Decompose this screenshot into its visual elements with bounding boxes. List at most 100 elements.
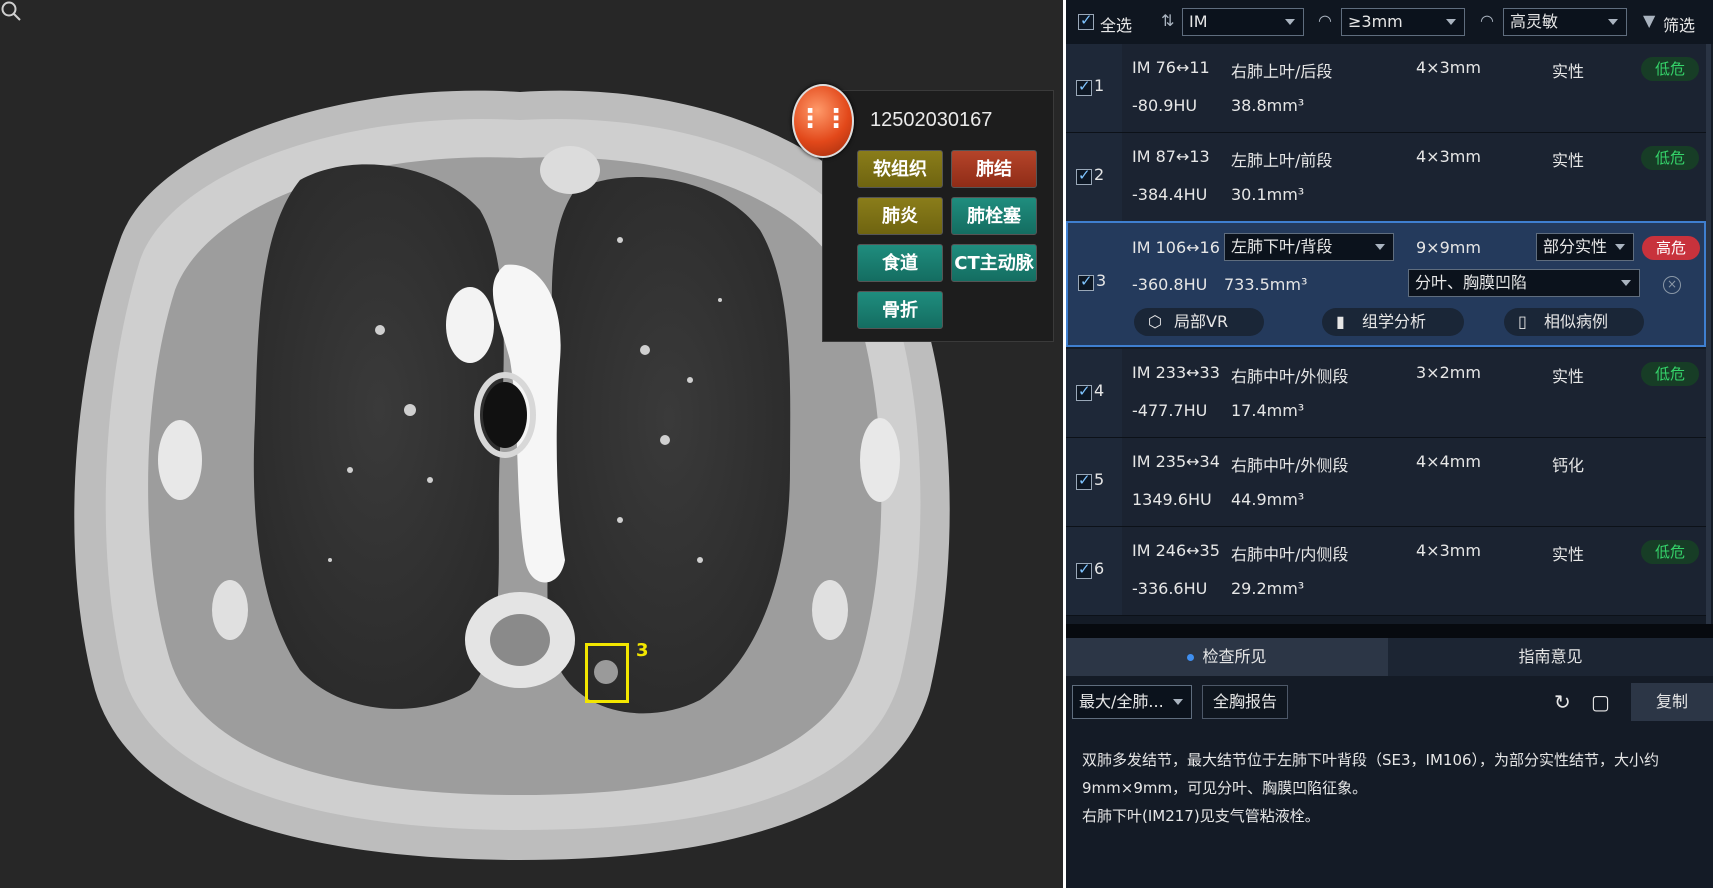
row-type: 实性 bbox=[1552, 62, 1585, 81]
copy-button[interactable]: 复制 bbox=[1631, 683, 1713, 721]
tag-lung-nodule[interactable]: 肺结节:12 bbox=[951, 150, 1037, 218]
row-type: 实性 bbox=[1552, 151, 1585, 170]
nodule-row[interactable]: 1 IM 76↔11 右肺上叶/后段 4×3mm 实性 低危 -80.9HU 3… bbox=[1066, 44, 1706, 133]
cube-icon: ⬡ bbox=[1148, 312, 1162, 331]
list-scrollbar[interactable] bbox=[1706, 44, 1711, 624]
tab-findings[interactable]: 检查所见 bbox=[1066, 638, 1388, 676]
row-im: IM 235↔34 bbox=[1132, 452, 1220, 471]
row-checkbox[interactable] bbox=[1076, 77, 1092, 96]
row-number: 1 bbox=[1094, 76, 1105, 95]
location-select[interactable]: 左肺下叶/背段 bbox=[1224, 233, 1394, 261]
row-number: 3 bbox=[1096, 271, 1107, 290]
row-hu: -360.8HU bbox=[1132, 275, 1208, 294]
tag-esophagus[interactable]: 食道 bbox=[857, 244, 943, 282]
row-size: 9×9mm bbox=[1416, 238, 1481, 257]
nodule-side-panel: 全选 ⇅ IM ◠ ≥3mm ◠ 高灵敏 ▼ 筛选 1 IM 76↔11 右肺上… bbox=[1066, 0, 1713, 888]
row-checkbox[interactable] bbox=[1076, 471, 1092, 490]
select-all-checkbox[interactable] bbox=[1078, 11, 1094, 30]
row-size: 4×3mm bbox=[1416, 541, 1481, 560]
tag-pulmonary-embolism[interactable]: 肺栓塞 bbox=[951, 197, 1037, 235]
risk-badge-high[interactable]: 高危 bbox=[1642, 236, 1700, 260]
row-type: 实性 bbox=[1552, 545, 1585, 564]
type-select[interactable]: 部分实性 bbox=[1536, 233, 1634, 261]
row-volume: 30.1mm³ bbox=[1231, 185, 1305, 204]
row-number: 4 bbox=[1094, 381, 1105, 400]
ai-logo-icon[interactable]: ⋮⋮ bbox=[792, 84, 854, 158]
sort-select[interactable]: IM bbox=[1182, 8, 1304, 36]
features-select-value: 分叶、胸膜凹陷 bbox=[1415, 273, 1528, 292]
row-size: 4×3mm bbox=[1416, 58, 1481, 77]
row-size: 4×4mm bbox=[1416, 452, 1481, 471]
row-checkbox[interactable] bbox=[1076, 382, 1092, 401]
filter-label[interactable]: 筛选 bbox=[1663, 12, 1695, 36]
filter-bar: 全选 ⇅ IM ◠ ≥3mm ◠ 高灵敏 ▼ 筛选 bbox=[1066, 0, 1713, 44]
nodule-row-selected[interactable]: 3 IM 106↔16 左肺下叶/背段 9×9mm 部分实性 高危 -360.8… bbox=[1066, 221, 1706, 347]
similar-cases-label: 相似病例 bbox=[1544, 312, 1609, 331]
tag-soft-tissue[interactable]: 软组织 bbox=[857, 150, 943, 188]
nodule-row[interactable]: 6 IM 246↔35 右肺中叶/内侧段 4×3mm 实性 低危 -336.6H… bbox=[1066, 527, 1706, 616]
row-volume: 733.5mm³ bbox=[1224, 275, 1308, 294]
tab-guidance[interactable]: 指南意见 bbox=[1388, 638, 1713, 676]
book-icon: ▯ bbox=[1518, 312, 1527, 331]
radiomics-button[interactable]: ▮ 组学分析 bbox=[1322, 308, 1464, 336]
row-checkbox[interactable] bbox=[1076, 560, 1092, 579]
nodule-marker-number: 3 bbox=[636, 640, 649, 661]
report-text: 双肺多发结节，最大结节位于左肺下叶背段（SE3，IM106），为部分实性结节，大… bbox=[1082, 746, 1702, 830]
risk-badge: 低危 bbox=[1641, 540, 1699, 564]
radiomics-label: 组学分析 bbox=[1362, 312, 1427, 331]
full-report-button[interactable]: 全胸报告 bbox=[1202, 685, 1288, 719]
nodule-row[interactable]: 2 IM 87↔13 左肺上叶/前段 4×3mm 实性 低危 -384.4HU … bbox=[1066, 133, 1706, 222]
type-select-value: 部分实性 bbox=[1543, 237, 1608, 256]
patient-id-field[interactable]: 12502030167 bbox=[856, 100, 1060, 140]
sort-select-value: IM bbox=[1189, 12, 1208, 31]
row-location: 右肺中叶/内侧段 bbox=[1231, 545, 1349, 564]
row-hu: 1349.6HU bbox=[1132, 490, 1212, 509]
nodule-row[interactable]: 4 IM 233↔33 右肺中叶/外侧段 3×2mm 实性 低危 -477.7H… bbox=[1066, 349, 1706, 438]
tag-fracture[interactable]: 骨折 bbox=[857, 291, 943, 329]
gauge-icon: ◠ bbox=[1318, 11, 1332, 30]
report-line: 双肺多发结节，最大结节位于左肺下叶背段（SE3，IM106），为部分实性结节，大… bbox=[1082, 751, 1660, 769]
tab-findings-label: 检查所见 bbox=[1202, 647, 1267, 666]
size-select-value: ≥3mm bbox=[1348, 12, 1403, 31]
row-im: IM 246↔35 bbox=[1132, 541, 1220, 560]
sensitivity-select-value: 高灵敏 bbox=[1510, 12, 1559, 31]
similar-cases-button[interactable]: ▯ 相似病例 bbox=[1504, 308, 1644, 336]
search-icon[interactable] bbox=[0, 0, 22, 22]
clipboard-icon[interactable]: ▢ bbox=[1591, 690, 1610, 714]
nodule-marker-box[interactable] bbox=[585, 643, 629, 703]
row-size: 4×3mm bbox=[1416, 147, 1481, 166]
row-hu: -80.9HU bbox=[1132, 96, 1198, 115]
bar-chart-icon: ▮ bbox=[1336, 312, 1345, 331]
row-number: 6 bbox=[1094, 559, 1105, 578]
row-number: 2 bbox=[1094, 165, 1105, 184]
size-select[interactable]: ≥3mm bbox=[1341, 8, 1465, 36]
filter-icon[interactable]: ▼ bbox=[1643, 11, 1655, 30]
row-hu: -477.7HU bbox=[1132, 401, 1208, 420]
row-im: IM 76↔11 bbox=[1132, 58, 1210, 77]
row-hu: -384.4HU bbox=[1132, 185, 1208, 204]
report-mode-value: 最大/全肺... bbox=[1079, 692, 1164, 711]
row-checkbox[interactable] bbox=[1076, 166, 1092, 185]
close-icon[interactable]: × bbox=[1663, 276, 1681, 294]
location-select-value: 左肺下叶/背段 bbox=[1231, 237, 1333, 256]
local-vr-button[interactable]: ⬡ 局部VR bbox=[1134, 308, 1264, 336]
tag-pneumonia[interactable]: 肺炎 bbox=[857, 197, 943, 235]
local-vr-label: 局部VR bbox=[1174, 312, 1229, 331]
tag-ct-aorta[interactable]: CT主动脉 bbox=[951, 244, 1037, 282]
report-line: 9mm×9mm，可见分叶、胸膜凹陷征象。 bbox=[1082, 779, 1368, 797]
risk-badge: 低危 bbox=[1641, 146, 1699, 170]
row-volume: 44.9mm³ bbox=[1231, 490, 1305, 509]
ct-viewer[interactable]: 3 ⋮⋮ 12502030167 软组织 肺结节:12 肺炎 肺栓塞 食道 CT… bbox=[0, 0, 1063, 888]
row-im: IM 87↔13 bbox=[1132, 147, 1210, 166]
nodule-row[interactable]: 5 IM 235↔34 右肺中叶/外侧段 4×4mm 钙化 1349.6HU 4… bbox=[1066, 438, 1706, 527]
row-location: 右肺上叶/后段 bbox=[1231, 62, 1333, 81]
report-mode-select[interactable]: 最大/全肺... bbox=[1072, 685, 1192, 719]
row-checkbox[interactable] bbox=[1078, 272, 1094, 291]
row-location: 右肺中叶/外侧段 bbox=[1231, 367, 1349, 386]
row-size: 3×2mm bbox=[1416, 363, 1481, 382]
sensitivity-select[interactable]: 高灵敏 bbox=[1503, 8, 1627, 36]
row-location: 右肺中叶/外侧段 bbox=[1231, 456, 1349, 475]
risk-badge: 低危 bbox=[1641, 57, 1699, 81]
features-select[interactable]: 分叶、胸膜凹陷 bbox=[1408, 269, 1640, 297]
refresh-icon[interactable]: ↻ bbox=[1554, 690, 1571, 714]
